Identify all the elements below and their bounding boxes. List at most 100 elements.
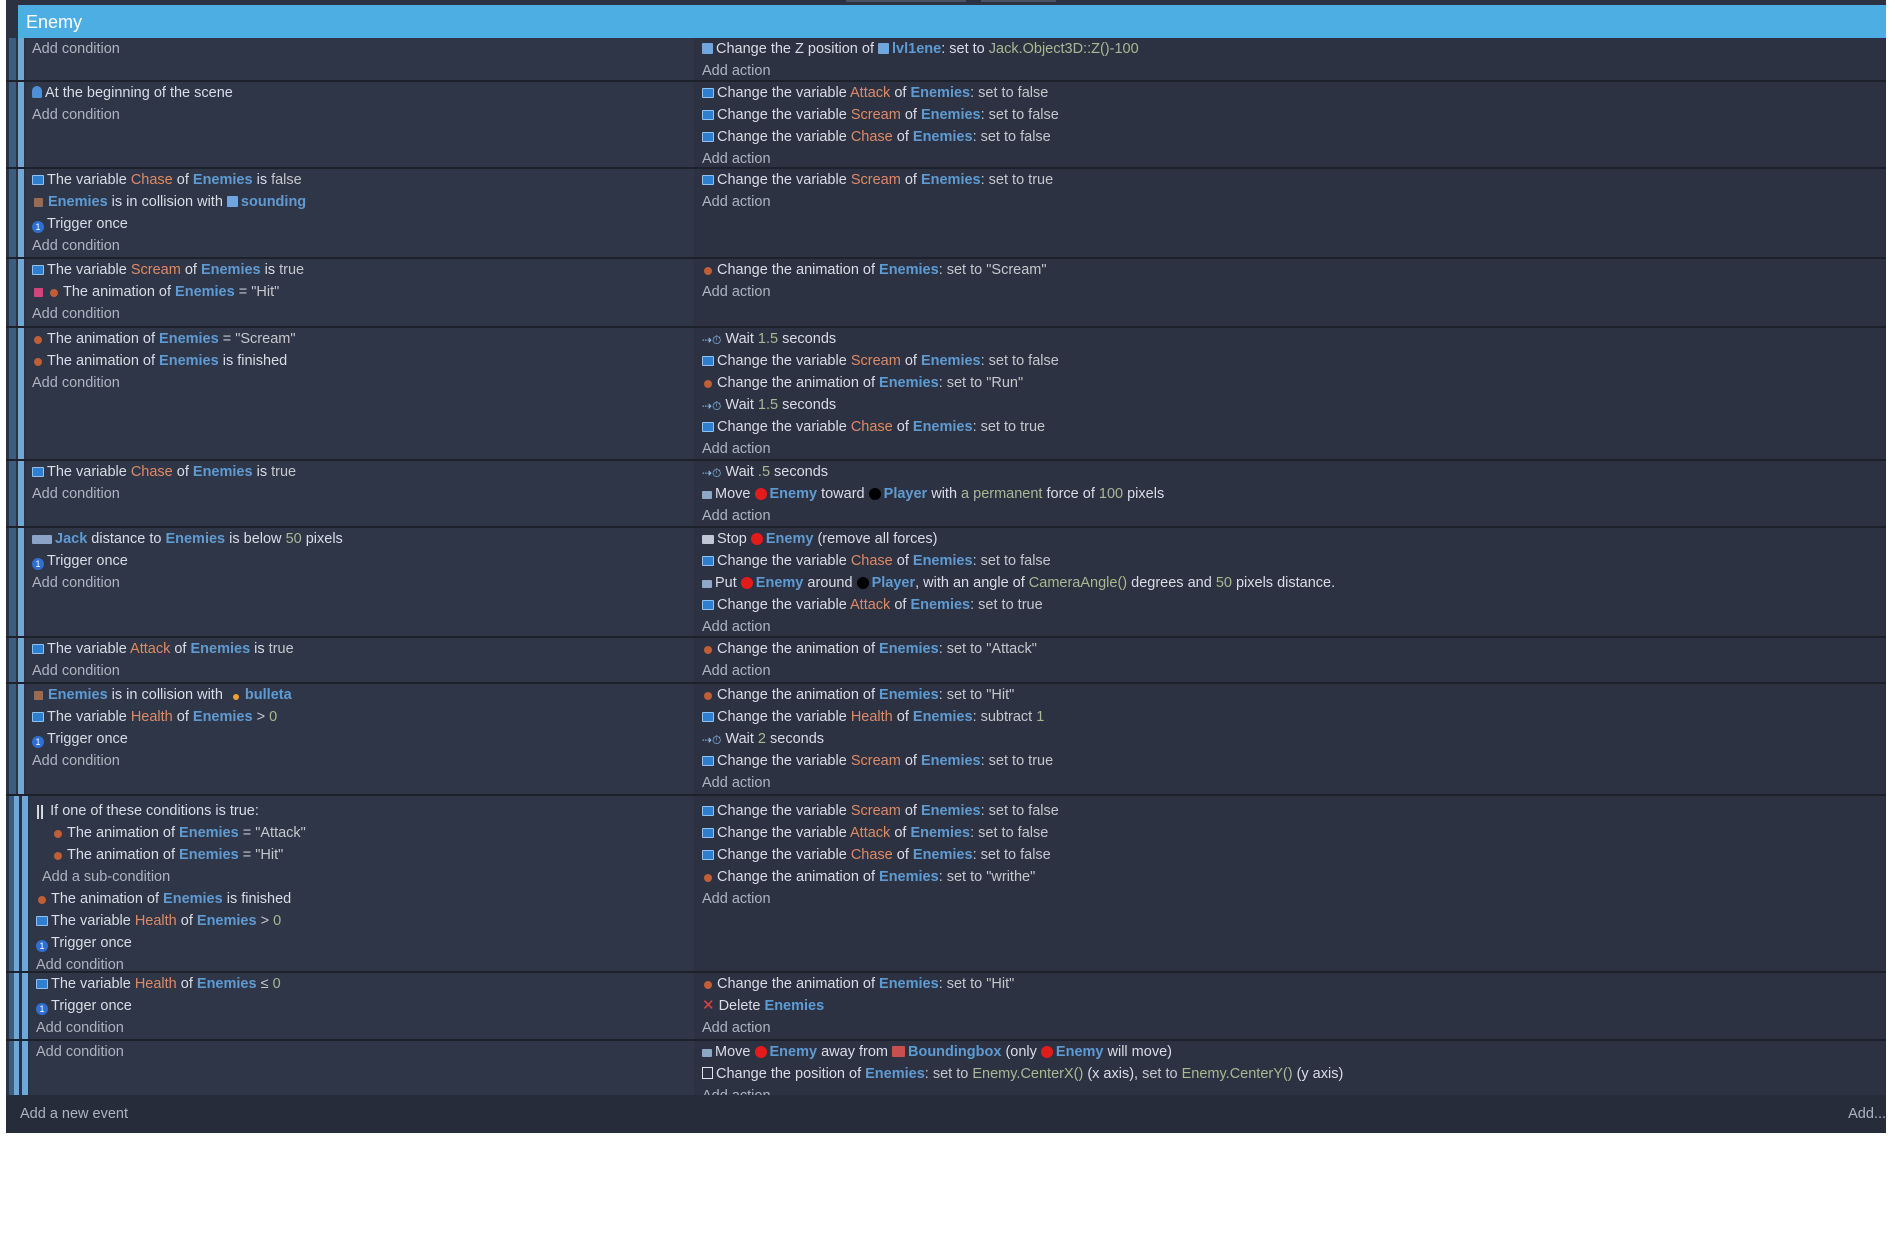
condition-item[interactable]: The animation of Enemies = "Hit" <box>26 281 694 303</box>
add-action-link[interactable]: Add action <box>696 1017 1886 1039</box>
action-item[interactable]: Stop Enemy (remove all forces) <box>696 528 1886 550</box>
event-row[interactable]: The variable Health of Enemies ≤ 0 1Trig… <box>6 973 1886 1041</box>
add-action-link[interactable]: Add action <box>696 191 1886 213</box>
action-item[interactable]: Change the variable Attack of Enemies: s… <box>696 82 1886 104</box>
add-subcondition-link[interactable]: Add a sub-condition <box>30 866 694 888</box>
add-action-link[interactable]: Add action <box>696 281 1886 303</box>
action-item[interactable]: Change the animation of Enemies: set to … <box>696 372 1886 394</box>
action-item[interactable]: Change the variable Scream of Enemies: s… <box>696 104 1886 126</box>
event-drag-handle[interactable] <box>14 796 19 971</box>
add-action-link[interactable]: Add action <box>696 888 1886 910</box>
condition-item[interactable]: The variable Chase of Enemies is false <box>26 169 694 191</box>
conditions-panel[interactable]: Enemies is in collision with bulleta The… <box>26 684 694 794</box>
condition-item[interactable]: 1Trigger once <box>30 932 694 954</box>
condition-item[interactable]: The animation of Enemies = "Scream" <box>26 328 694 350</box>
action-item[interactable]: Change the variable Chase of Enemies: se… <box>696 844 1886 866</box>
action-item[interactable]: Change the Z position of lvl1ene: set to… <box>696 38 1886 60</box>
action-item[interactable]: Change the variable Chase of Enemies: se… <box>696 416 1886 438</box>
event-row[interactable]: At the beginning of the scene Add condit… <box>6 82 1886 169</box>
actions-panel[interactable]: Change the variable Scream of Enemies: s… <box>696 169 1886 257</box>
action-item[interactable]: Change the animation of Enemies: set to … <box>696 866 1886 888</box>
condition-item[interactable]: 1Trigger once <box>26 728 694 750</box>
add-menu-button[interactable]: Add... <box>1848 1106 1886 1122</box>
condition-item[interactable]: The animation of Enemies is finished <box>30 888 694 910</box>
actions-panel[interactable]: ⇢⏱Wait .5 seconds Move Enemy toward Play… <box>696 461 1886 526</box>
actions-panel[interactable]: Change the variable Scream of Enemies: s… <box>696 796 1886 971</box>
condition-item[interactable]: The variable Scream of Enemies is true <box>26 259 694 281</box>
action-item[interactable]: Change the variable Chase of Enemies: se… <box>696 126 1886 148</box>
condition-item[interactable]: Enemies is in collision with bulleta <box>26 684 694 706</box>
conditions-panel[interactable]: Jack distance to Enemies is below 50 pix… <box>26 528 694 636</box>
add-action-link[interactable]: Add action <box>696 60 1886 82</box>
add-condition-link[interactable]: Add condition <box>26 660 694 682</box>
add-condition-link[interactable]: Add condition <box>26 104 694 126</box>
add-condition-link[interactable]: Add condition <box>26 572 694 594</box>
event-row[interactable]: The variable Scream of Enemies is true T… <box>6 259 1886 328</box>
conditions-panel[interactable]: The variable Chase of Enemies is true Ad… <box>26 461 694 526</box>
condition-item[interactable]: The variable Health of Enemies > 0 <box>26 706 694 728</box>
condition-item[interactable]: ||If one of these conditions is true: <box>30 796 694 822</box>
condition-item[interactable]: The variable Attack of Enemies is true <box>26 638 694 660</box>
event-row[interactable]: The variable Chase of Enemies is false E… <box>6 169 1886 259</box>
actions-panel[interactable]: Change the animation of Enemies: set to … <box>696 973 1886 1039</box>
action-item[interactable]: Change the variable Chase of Enemies: se… <box>696 550 1886 572</box>
tab-indicator[interactable] <box>846 0 966 2</box>
event-drag-handle[interactable] <box>18 684 24 794</box>
event-row[interactable]: Add condition Change the Z position of l… <box>6 38 1886 82</box>
add-condition-link[interactable]: Add condition <box>26 483 694 505</box>
add-condition-link[interactable]: Add condition <box>26 750 694 772</box>
action-item[interactable]: Change the variable Scream of Enemies: s… <box>696 169 1886 191</box>
action-item[interactable]: ⇢⏱Wait .5 seconds <box>696 461 1886 483</box>
action-item[interactable]: Change the position of Enemies: set to E… <box>696 1063 1886 1085</box>
event-row[interactable]: The variable Attack of Enemies is true A… <box>6 638 1886 684</box>
action-item[interactable]: Change the animation of Enemies: set to … <box>696 973 1886 995</box>
event-drag-handle[interactable] <box>18 38 24 80</box>
add-action-link[interactable]: Add action <box>696 438 1886 460</box>
action-item[interactable]: Change the variable Attack of Enemies: s… <box>696 822 1886 844</box>
actions-panel[interactable]: ⇢⏱Wait 1.5 seconds Change the variable S… <box>696 328 1886 459</box>
action-item[interactable]: Change the animation of Enemies: set to … <box>696 259 1886 281</box>
conditions-panel[interactable]: The variable Chase of Enemies is false E… <box>26 169 694 257</box>
tab-indicator[interactable] <box>981 0 1056 2</box>
event-drag-handle[interactable] <box>18 169 24 257</box>
event-row[interactable]: ||If one of these conditions is true: Th… <box>6 796 1886 973</box>
condition-item[interactable]: The variable Health of Enemies ≤ 0 <box>30 973 694 995</box>
event-drag-handle[interactable] <box>18 528 24 636</box>
conditions-panel[interactable]: The animation of Enemies = "Scream" The … <box>26 328 694 459</box>
event-drag-handle[interactable] <box>18 259 24 326</box>
condition-item[interactable]: At the beginning of the scene <box>26 82 694 104</box>
action-item[interactable]: Change the animation of Enemies: set to … <box>696 684 1886 706</box>
add-action-link[interactable]: Add action <box>696 772 1886 794</box>
action-item[interactable]: Change the variable Scream of Enemies: s… <box>696 750 1886 772</box>
actions-panel[interactable]: Change the animation of Enemies: set to … <box>696 259 1886 326</box>
conditions-panel[interactable]: The variable Health of Enemies ≤ 0 1Trig… <box>30 973 694 1039</box>
action-item[interactable]: Change the variable Scream of Enemies: s… <box>696 796 1886 822</box>
event-row[interactable]: Enemies is in collision with bulleta The… <box>6 684 1886 796</box>
add-action-link[interactable]: Add action <box>696 616 1886 638</box>
add-condition-link[interactable]: Add condition <box>26 303 694 325</box>
conditions-panel[interactable]: The variable Attack of Enemies is true A… <box>26 638 694 682</box>
add-condition-link[interactable]: Add condition <box>30 1041 694 1063</box>
event-row[interactable]: Jack distance to Enemies is below 50 pix… <box>6 528 1886 638</box>
add-event-bar[interactable]: Add a new event Add... <box>6 1095 1886 1133</box>
condition-item[interactable]: Jack distance to Enemies is below 50 pix… <box>26 528 694 550</box>
actions-panel[interactable]: Change the Z position of lvl1ene: set to… <box>696 38 1886 80</box>
action-item[interactable]: ⇢⏱Wait 2 seconds <box>696 728 1886 750</box>
conditions-panel[interactable]: Add condition <box>26 38 694 80</box>
action-item[interactable]: Put Enemy around Player, with an angle o… <box>696 572 1886 594</box>
condition-item[interactable]: The variable Chase of Enemies is true <box>26 461 694 483</box>
action-item[interactable]: Change the variable Attack of Enemies: s… <box>696 594 1886 616</box>
condition-item[interactable]: 1Trigger once <box>30 995 694 1017</box>
action-item[interactable]: Change the variable Health of Enemies: s… <box>696 706 1886 728</box>
action-item[interactable]: ✕Delete Enemies <box>696 995 1886 1017</box>
conditions-panel[interactable]: ||If one of these conditions is true: Th… <box>30 796 694 971</box>
actions-panel[interactable]: Stop Enemy (remove all forces) Change th… <box>696 528 1886 636</box>
actions-panel[interactable]: Change the animation of Enemies: set to … <box>696 684 1886 794</box>
actions-panel[interactable]: Change the animation of Enemies: set to … <box>696 638 1886 682</box>
add-condition-link[interactable]: Add condition <box>26 38 694 60</box>
event-row[interactable]: The variable Chase of Enemies is true Ad… <box>6 461 1886 528</box>
action-item[interactable]: Change the variable Scream of Enemies: s… <box>696 350 1886 372</box>
action-item[interactable]: Move Enemy away from Boundingbox (only E… <box>696 1041 1886 1063</box>
conditions-panel[interactable]: The variable Scream of Enemies is true T… <box>26 259 694 326</box>
event-row[interactable]: The animation of Enemies = "Scream" The … <box>6 328 1886 461</box>
